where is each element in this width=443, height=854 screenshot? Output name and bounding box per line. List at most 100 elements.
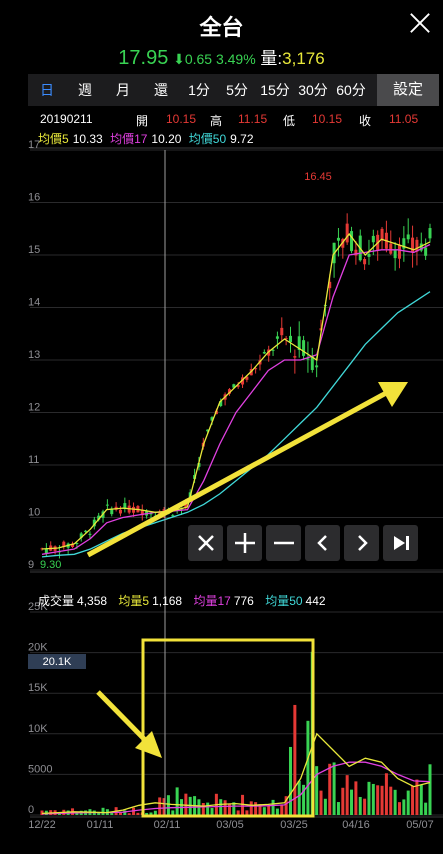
price-tick-label: 11 (28, 454, 39, 466)
volume-tick-label: 0 (28, 804, 34, 816)
vol-ma17-label: 均量17 (193, 594, 231, 608)
volume-bar (402, 799, 406, 815)
stock-chart[interactable]: 1716151413121110925K20K15K10K5000012/22 0… (0, 0, 443, 854)
volume-bar (380, 785, 384, 815)
volume-bar (384, 773, 388, 815)
candle-body (393, 249, 397, 259)
date-tick-label: 12/22 (28, 819, 56, 831)
scroll-right-button[interactable] (344, 525, 379, 561)
volume-tick-label: 5000 (28, 763, 52, 775)
volume-bar (367, 781, 371, 815)
candle-body (389, 243, 393, 254)
volume-bar (201, 803, 205, 815)
volume-bar (118, 812, 122, 815)
reset-button[interactable] (188, 525, 223, 561)
volume-bar (101, 807, 105, 815)
vol-ma5-label: 均量5 (118, 594, 150, 608)
volume-bar (297, 780, 301, 815)
volume-bar (350, 789, 354, 815)
volume-tick-label: 15K (28, 682, 48, 694)
volume-bar (376, 785, 380, 815)
volume-bar (262, 807, 266, 815)
volume-ma-row: 成交量 4,358 均量5 1,168 均量17 776 均量50 442 (38, 592, 329, 609)
volume-bar (323, 798, 327, 815)
volume-bar (424, 802, 428, 815)
vol-ma50-label: 均量50 (265, 594, 303, 608)
candle-body (406, 234, 410, 240)
candle-body (345, 223, 349, 243)
volume-bar (171, 810, 175, 815)
jump-latest-button[interactable] (383, 525, 418, 561)
price-tick-label: 16 (28, 192, 40, 204)
volume-bar (249, 801, 253, 815)
volume-bar (227, 803, 231, 815)
annotation-highlight-box (141, 638, 315, 818)
candle-body (271, 349, 275, 351)
volume-bar (245, 810, 249, 815)
price-tick-label: 12 (28, 402, 40, 414)
volume-bar (397, 802, 401, 815)
volume-tick-label: 10K (28, 723, 48, 735)
candle-body (424, 247, 428, 256)
price-tick-label: 10 (28, 507, 40, 519)
date-tick-label: 03/05 (216, 819, 244, 831)
volume-bar (358, 796, 362, 815)
vol-ma17-value: 776 (233, 594, 254, 608)
candle-body (105, 504, 109, 506)
candle-body (367, 253, 371, 257)
volume-bar (280, 804, 284, 815)
volume-bar (393, 789, 397, 815)
volume-tick-label: 20K (28, 642, 48, 654)
plus-icon (234, 533, 255, 553)
volume-bar (288, 746, 292, 815)
volume-bar (319, 790, 323, 815)
date-tick-label: 01/11 (87, 819, 114, 831)
volume-bar (184, 793, 188, 815)
date-tick-label: 02/11 (154, 819, 181, 831)
volume-bar (175, 787, 179, 815)
scroll-left-button[interactable] (305, 525, 340, 561)
volume-bar (127, 813, 131, 815)
volume-info-value: 4,358 (77, 594, 108, 608)
chart-controls (188, 525, 418, 563)
volume-bar (210, 807, 214, 815)
price-tick-label: 15 (28, 244, 40, 256)
volume-bar (271, 799, 275, 815)
candle-body (350, 231, 354, 252)
volume-bar (428, 764, 432, 815)
price-tick-label: 17 (28, 139, 40, 151)
candle-body (336, 237, 340, 241)
price-tick-label: 13 (28, 349, 40, 361)
vol-ma50-value: 442 (305, 594, 326, 608)
volume-bar (236, 810, 240, 815)
volume-bar (153, 810, 157, 815)
volume-bar (389, 786, 393, 815)
volume-info-label: 成交量 (38, 594, 75, 608)
zoom-out-button[interactable] (266, 525, 301, 561)
volume-bar (354, 781, 358, 815)
minus-icon (273, 541, 294, 545)
candle-body (371, 235, 375, 243)
candle-body (118, 509, 122, 514)
skip-end-icon (393, 536, 409, 550)
high-price-mark: 16.45 (304, 171, 332, 183)
candle-body (88, 533, 92, 535)
volume-ma5-line (41, 732, 431, 815)
volume-bar (267, 806, 271, 815)
low-price-mark: 9.30 (40, 559, 61, 571)
price-tick-label: 9 (28, 559, 34, 571)
candle-body (275, 336, 279, 339)
zoom-in-button[interactable] (227, 525, 262, 561)
volume-bar (254, 802, 258, 815)
date-tick-label: 04/16 (342, 819, 370, 831)
volume-bar (275, 808, 279, 815)
candle-body (262, 351, 266, 354)
candle-body (315, 365, 319, 368)
price-tick-label: 14 (28, 297, 40, 309)
volume-bar (345, 775, 349, 815)
volume-bar (158, 797, 162, 815)
app-root: 全台 17.95 ⬇0.65 3.49% 量:3,176 日 週 月 還 1分 … (0, 0, 443, 854)
chevron-right-icon (357, 535, 368, 551)
price-ma5-line (41, 232, 431, 550)
date-tick-label: 03/25 (280, 819, 308, 831)
